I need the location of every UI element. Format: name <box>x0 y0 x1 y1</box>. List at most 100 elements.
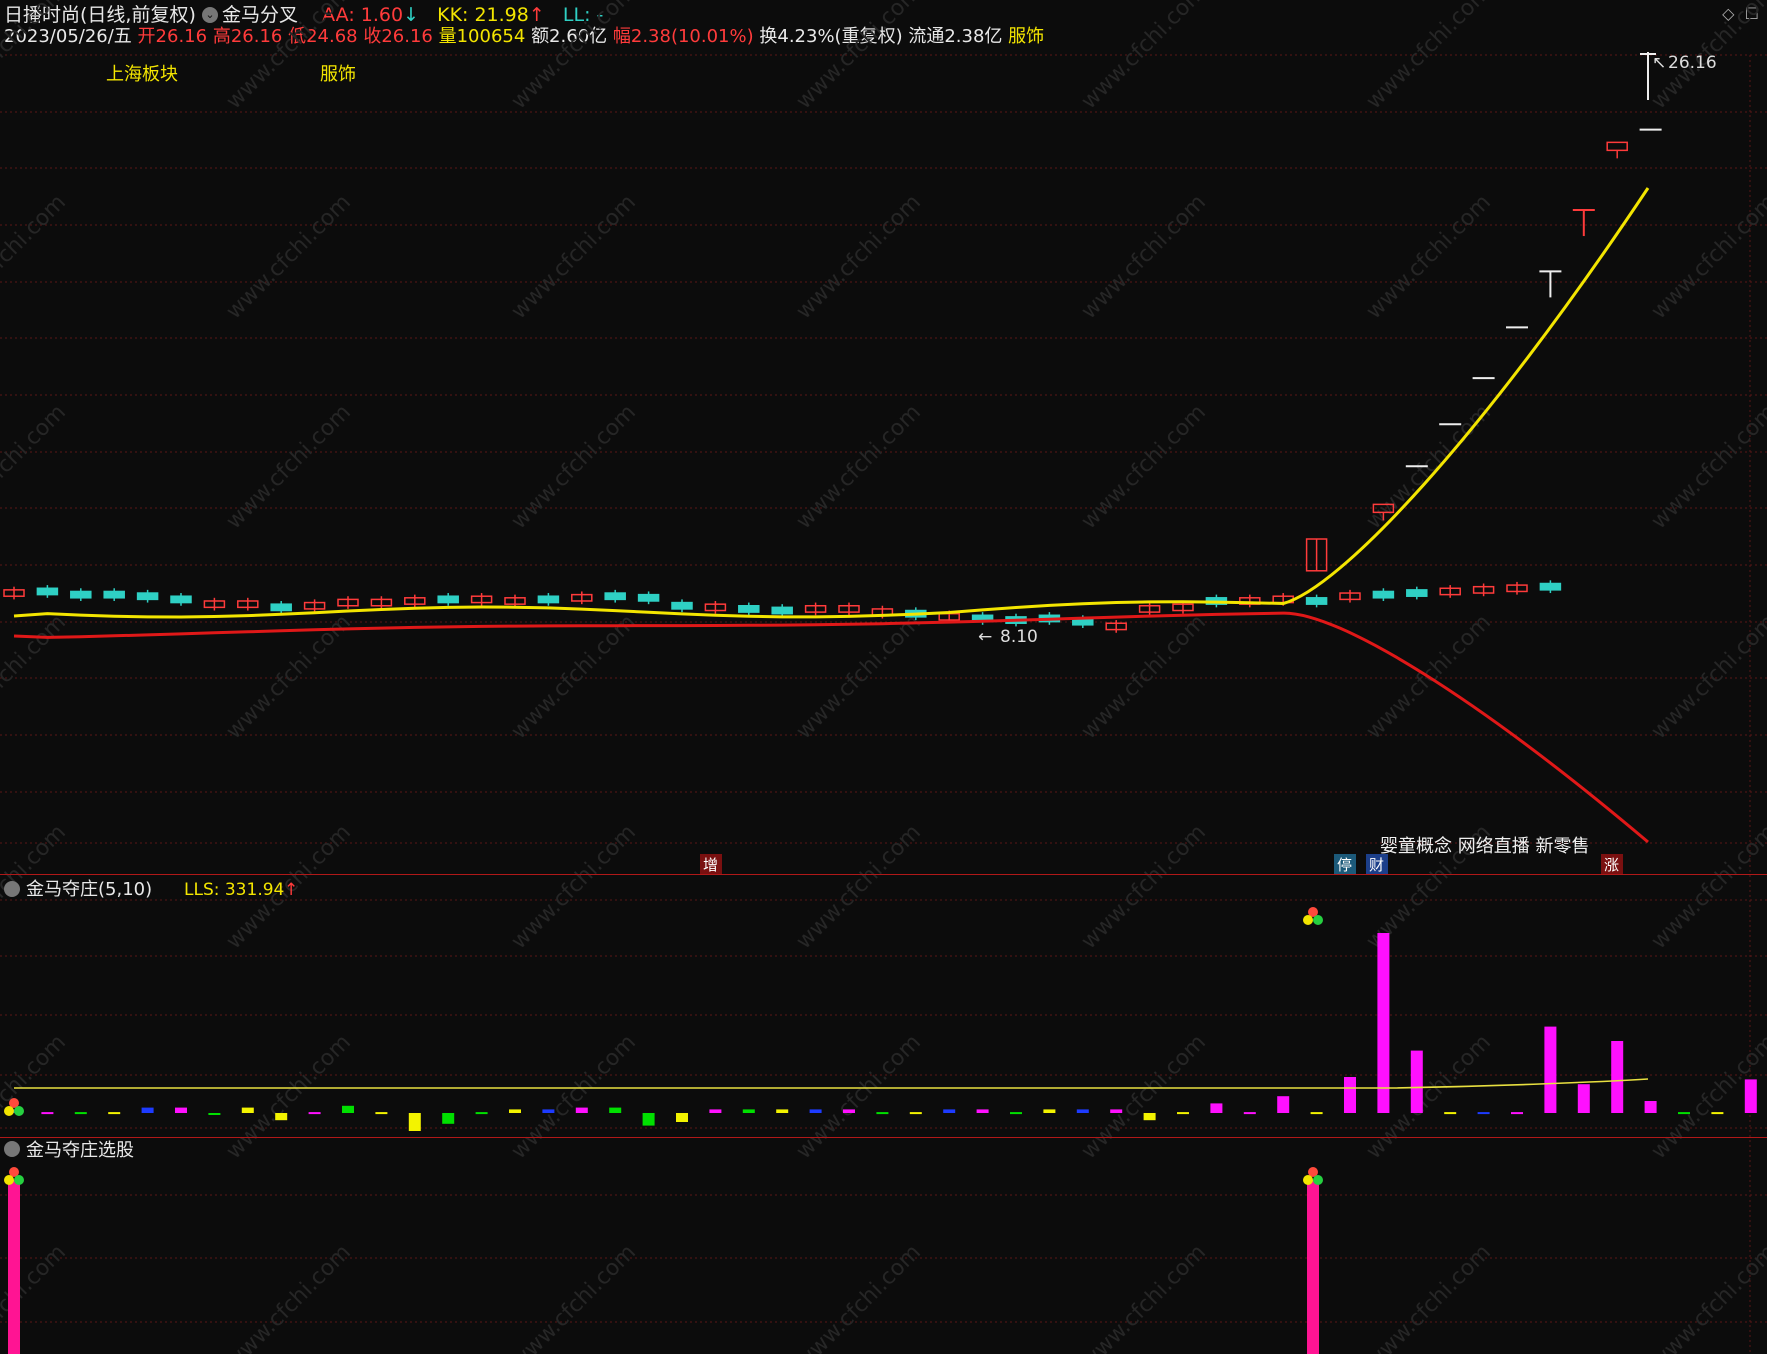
candle[interactable] <box>36 585 59 598</box>
board-label-shanghai[interactable]: 上海板块 <box>106 64 178 85</box>
panel3-title[interactable]: 金马夺庄选股 <box>26 1140 134 1161</box>
indicator-bar <box>1644 1101 1657 1113</box>
candle[interactable] <box>1539 580 1562 594</box>
board-label-sector[interactable]: 服饰 <box>320 64 356 85</box>
panel3-chevron-icon[interactable] <box>4 1141 20 1157</box>
indicator-bar <box>175 1107 187 1113</box>
indicator-bar <box>375 1112 388 1115</box>
candle[interactable] <box>103 588 125 601</box>
candle[interactable] <box>971 612 994 625</box>
signal-flower-icon <box>1303 907 1323 925</box>
indicator-bar <box>1544 1026 1557 1113</box>
indicator-bar <box>909 1112 922 1115</box>
indicator-bar <box>876 1112 889 1115</box>
low-marker-value: 8.10 <box>1000 627 1038 647</box>
concept-tags[interactable]: 婴童概念 网络直播 新零售 <box>1380 835 1589 857</box>
candle-limit-up[interactable] <box>1572 209 1595 237</box>
indicator-bar <box>1744 1079 1757 1113</box>
svg-text:www.cfchi.com: www.cfchi.com <box>507 1030 641 1164</box>
candle[interactable] <box>1105 620 1127 633</box>
indicator-bar <box>976 1109 989 1113</box>
svg-text:www.cfchi.com: www.cfchi.com <box>1077 1030 1211 1164</box>
indicator-bar <box>1611 1041 1624 1113</box>
candle[interactable] <box>337 596 359 609</box>
candle[interactable] <box>571 591 593 605</box>
candle[interactable] <box>671 599 693 613</box>
candle[interactable] <box>1472 583 1495 597</box>
candle[interactable] <box>270 600 292 614</box>
candle[interactable] <box>804 602 827 616</box>
candle[interactable] <box>1305 594 1328 608</box>
svg-text:www.cfchi.com: www.cfchi.com <box>1077 400 1211 534</box>
candle[interactable] <box>604 589 626 603</box>
candle[interactable] <box>504 594 526 608</box>
indicator-bar <box>1277 1096 1290 1113</box>
svg-text:www.cfchi.com: www.cfchi.com <box>222 1030 356 1164</box>
indicator-bar <box>1678 1112 1690 1115</box>
indicator-bar <box>275 1113 288 1121</box>
candle[interactable] <box>1138 602 1161 616</box>
candle[interactable] <box>70 588 92 601</box>
candle[interactable] <box>537 593 560 606</box>
indicator-bar <box>642 1113 655 1126</box>
svg-text:财: 财 <box>1369 856 1384 874</box>
candle[interactable] <box>1372 588 1395 601</box>
candle[interactable] <box>404 594 426 608</box>
svg-text:www.cfchi.com: www.cfchi.com <box>507 1240 641 1354</box>
candle[interactable] <box>1406 586 1428 600</box>
candle[interactable] <box>1439 585 1461 598</box>
indicator-bar <box>342 1105 354 1113</box>
indicator-bar <box>1377 933 1390 1113</box>
indicator-bar <box>108 1112 121 1115</box>
svg-text:www.cfchi.com: www.cfchi.com <box>792 0 926 114</box>
kline-chart-canvas[interactable]: www.cfchi.com www.cfchi.com www.cfchi.com w… <box>0 0 1767 1354</box>
indicator-bar <box>475 1112 488 1115</box>
candle-limit-up[interactable] <box>1539 270 1562 298</box>
signal-markers <box>4 907 1323 1185</box>
candle[interactable] <box>170 593 192 606</box>
candle[interactable] <box>136 589 159 603</box>
candle[interactable] <box>838 602 860 616</box>
indicator-bar <box>1577 1084 1590 1113</box>
svg-text:www.cfchi.com: www.cfchi.com <box>507 190 641 324</box>
ma-yellow-line <box>13 187 1650 619</box>
svg-text:www.cfchi.com: www.cfchi.com <box>1077 1240 1211 1354</box>
candle[interactable] <box>470 593 493 606</box>
indicator-bar <box>1143 1113 1156 1121</box>
indicator-bar <box>1511 1112 1523 1115</box>
candle[interactable] <box>370 596 393 609</box>
indicator-bar <box>1344 1077 1356 1113</box>
candle[interactable] <box>237 597 259 611</box>
indicator-bar <box>1010 1112 1022 1115</box>
candle[interactable] <box>1339 589 1361 603</box>
candle[interactable] <box>1506 581 1528 595</box>
panel-separator-2[interactable] <box>0 1137 1767 1138</box>
candle-limit-up[interactable] <box>1305 538 1328 572</box>
panel-separator-1[interactable] <box>0 874 1767 875</box>
svg-text:www.cfchi.com: www.cfchi.com <box>1362 1240 1496 1354</box>
candlestick-series[interactable] <box>3 128 1662 633</box>
candle[interactable] <box>437 593 459 606</box>
candle[interactable] <box>203 597 226 611</box>
candle[interactable] <box>771 604 793 617</box>
indicator-bar <box>74 1112 87 1115</box>
svg-text:www.cfchi.com: www.cfchi.com <box>1647 610 1767 744</box>
svg-text:www.cfchi.com: www.cfchi.com <box>1077 610 1211 744</box>
panel2-title[interactable]: 金马夺庄(5,10) <box>26 879 152 900</box>
candle[interactable] <box>704 600 727 614</box>
candle[interactable] <box>303 599 326 613</box>
panel2-chevron-icon[interactable] <box>4 881 20 897</box>
candle[interactable] <box>3 586 25 600</box>
indicator-bar <box>1043 1109 1056 1113</box>
candle-limit-up[interactable] <box>1606 141 1628 159</box>
high-marker-value: 26.16 <box>1668 53 1717 73</box>
svg-text:增: 增 <box>703 856 718 874</box>
candle[interactable] <box>1239 594 1261 608</box>
indicator-bar <box>943 1109 956 1113</box>
svg-text:www.cfchi.com: www.cfchi.com <box>0 610 71 744</box>
indicator-bar <box>709 1109 722 1113</box>
candle[interactable] <box>738 602 760 616</box>
indicator-bar <box>1310 1112 1323 1115</box>
svg-text:www.cfchi.com: www.cfchi.com <box>1362 0 1496 114</box>
candle[interactable] <box>637 591 660 605</box>
